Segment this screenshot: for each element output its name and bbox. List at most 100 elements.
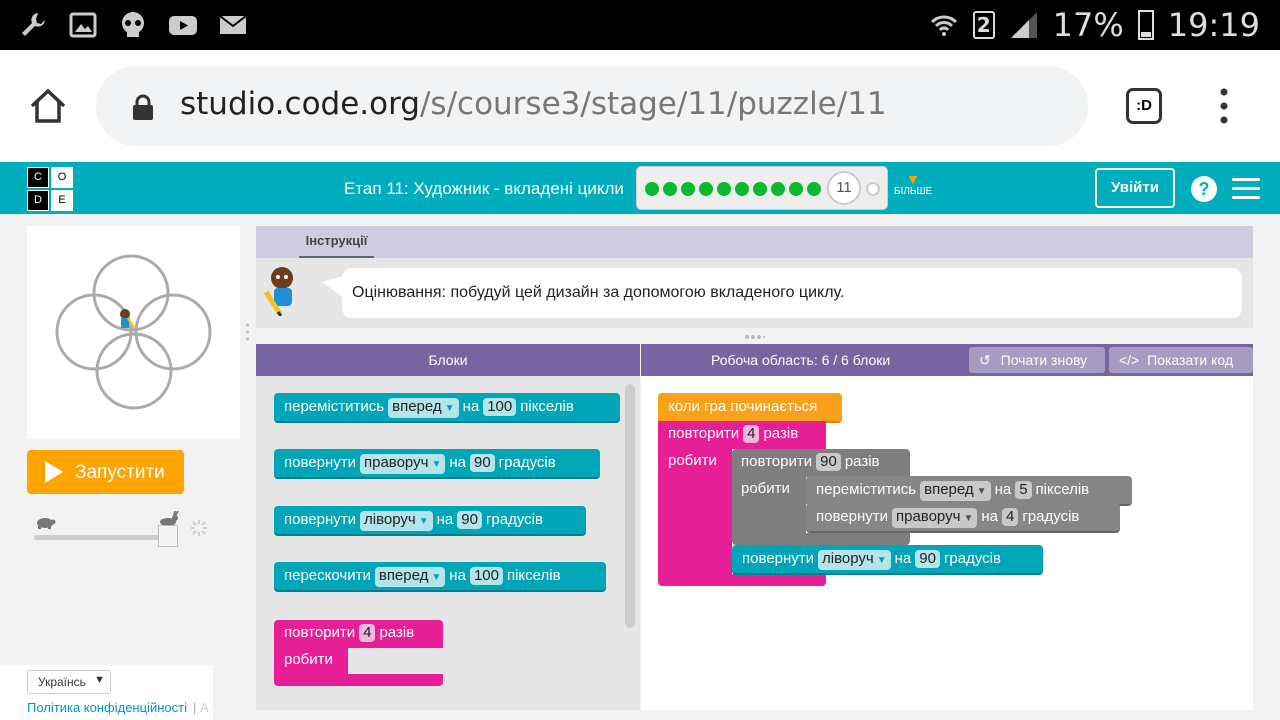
number-input[interactable]: 90 xyxy=(457,511,482,529)
logo-letter: E xyxy=(51,190,73,211)
repeat-count-input[interactable]: 90 xyxy=(816,453,841,471)
language-select[interactable]: Українсь ▼ xyxy=(27,670,111,694)
toolbox-turn-right-block[interactable]: повернути праворуч ▼ на 90 градусів xyxy=(274,449,600,479)
dropdown-value: вперед xyxy=(924,481,974,498)
address-bar[interactable]: studio.code.org/s/course3/stage/11/puzzl… xyxy=(96,66,1088,146)
logo-letter: O xyxy=(51,167,73,188)
repeat-count-input[interactable]: 4 xyxy=(359,624,376,642)
dropdown-arrow-icon: ▼ xyxy=(444,403,455,414)
workspace-turn-left-block[interactable]: повернути ліворуч ▼ на 90 градусів xyxy=(732,545,1043,575)
tab-instructions[interactable]: Інструкції xyxy=(299,226,374,258)
block-text: повторити xyxy=(668,425,740,442)
block-text: перескочити xyxy=(284,567,371,584)
block-text: разів xyxy=(844,453,880,470)
direction-dropdown[interactable]: вперед ▼ xyxy=(920,481,991,501)
block-text: пікселів xyxy=(506,567,561,584)
repeat-count-input[interactable]: 4 xyxy=(743,425,760,443)
workspace-turn-right-block[interactable]: повернути праворуч ▼ на 4 градусів xyxy=(806,503,1120,533)
dropdown-value: вперед xyxy=(392,398,442,415)
code-org-logo[interactable]: C O D E xyxy=(27,167,73,211)
block-text: пікселів xyxy=(1035,481,1090,498)
number-input[interactable]: 90 xyxy=(915,550,940,568)
privacy-link[interactable]: Політика конфіденційності xyxy=(27,700,187,715)
block-text: градусів xyxy=(1022,508,1080,525)
block-text: на xyxy=(449,567,466,584)
direction-dropdown[interactable]: ліворуч ▼ xyxy=(817,550,891,570)
image-icon xyxy=(69,12,97,38)
toolbox-scrollbar[interactable] xyxy=(625,384,635,628)
progress-dot-completed[interactable] xyxy=(681,182,695,196)
url-domain: studio.code.org xyxy=(180,86,420,122)
progress-dot-completed[interactable] xyxy=(645,182,659,196)
number-input[interactable]: 4 xyxy=(1001,508,1019,526)
loading-spinner-icon xyxy=(191,520,207,536)
toolbox-move-forward-block[interactable]: переміститись вперед ▼ на 100 пікселів xyxy=(274,393,620,423)
dropdown-value: ліворуч xyxy=(363,511,416,528)
number-input[interactable]: 100 xyxy=(483,398,517,416)
dropdown-arrow-icon: ▼ xyxy=(431,572,442,583)
clock: 19:19 xyxy=(1167,6,1260,44)
workspace-move-forward-block[interactable]: переміститись вперед ▼ на 5 пікселів xyxy=(806,476,1132,506)
page-footer: Українсь ▼ Політика конфіденційності | А xyxy=(0,665,213,720)
direction-dropdown[interactable]: ліворуч ▼ xyxy=(359,511,433,531)
run-button[interactable]: Запустити xyxy=(27,450,184,494)
youtube-icon xyxy=(169,16,197,35)
workspace-header: Робоча область: 6 / 6 блоки ↺ Почати зно… xyxy=(641,344,1253,376)
more-dropdown[interactable]: ▼ БІЛЬШЕ xyxy=(894,172,932,197)
progress-dot-empty[interactable] xyxy=(866,182,880,196)
show-code-button[interactable]: </> Показати код xyxy=(1109,347,1253,373)
progress-dot-completed[interactable] xyxy=(771,182,785,196)
skull-icon xyxy=(122,12,144,37)
progress-dot-completed[interactable] xyxy=(753,182,767,196)
home-icon[interactable] xyxy=(28,86,68,126)
signin-button[interactable]: Увійти xyxy=(1095,168,1175,208)
do-label: робити xyxy=(284,651,333,668)
toolbox-turn-left-block[interactable]: повернути ліворуч ▼ на 90 градусів xyxy=(274,506,586,536)
when-run-block[interactable]: коли гра починається xyxy=(658,393,842,423)
direction-dropdown[interactable]: вперед ▼ xyxy=(388,398,459,418)
number-input[interactable]: 90 xyxy=(469,454,495,472)
url-text: studio.code.org/s/course3/stage/11/puzzl… xyxy=(180,86,887,122)
progress-dot-completed[interactable] xyxy=(789,182,803,196)
hamburger-menu-icon[interactable] xyxy=(1232,178,1260,200)
artist-character-icon xyxy=(120,309,136,329)
help-icon[interactable]: ? xyxy=(1191,176,1217,202)
block-text: градусів xyxy=(498,454,556,471)
dropdown-arrow-icon: ▼ xyxy=(876,555,887,566)
direction-dropdown[interactable]: праворуч ▼ xyxy=(891,508,978,528)
number-input[interactable]: 5 xyxy=(1015,481,1032,499)
progress-dot-completed[interactable] xyxy=(735,182,749,196)
drag-grip-icon[interactable] xyxy=(745,335,765,339)
outer-repeat-bottom[interactable] xyxy=(658,574,826,586)
direction-dropdown[interactable]: праворуч ▼ xyxy=(359,454,446,474)
toolbox-jump-forward-block[interactable]: перескочити вперед ▼ на 100 пікселів xyxy=(274,562,606,592)
battery-icon xyxy=(1137,10,1154,40)
progress-dot-completed[interactable] xyxy=(717,182,731,196)
tab-switcher-button[interactable]: :D xyxy=(1126,88,1162,124)
progress-dot-current[interactable]: 11 xyxy=(827,171,861,205)
dropdown-arrow-icon: ▼ xyxy=(431,459,442,470)
restart-icon: ↺ xyxy=(979,352,991,368)
blocks-panel-title: Блоки xyxy=(256,344,640,376)
speed-slider-thumb[interactable] xyxy=(158,525,178,547)
repeat-block-bottom[interactable] xyxy=(274,674,443,686)
progress-dot-completed[interactable] xyxy=(807,182,821,196)
progress-dot-completed[interactable] xyxy=(699,182,713,196)
progress-dot-completed[interactable] xyxy=(663,182,677,196)
speed-slider[interactable] xyxy=(34,535,174,540)
block-text: повернути xyxy=(284,511,356,528)
inner-do-label: робити xyxy=(741,480,790,497)
direction-dropdown[interactable]: вперед ▼ xyxy=(374,567,446,587)
block-text: на xyxy=(894,550,912,567)
lock-icon xyxy=(133,94,153,120)
outer-do-label: робити xyxy=(668,452,717,469)
block-text: на xyxy=(981,508,998,525)
more-vert-icon[interactable] xyxy=(1218,88,1230,124)
inner-repeat-bottom[interactable] xyxy=(732,533,910,545)
resize-handle-icon[interactable] xyxy=(245,322,250,342)
run-label: Запустити xyxy=(75,462,165,483)
block-text: пікселів xyxy=(520,398,574,415)
number-input[interactable]: 100 xyxy=(469,567,503,585)
start-over-button[interactable]: ↺ Почати знову xyxy=(969,347,1105,373)
language-value: Українсь xyxy=(38,675,86,689)
